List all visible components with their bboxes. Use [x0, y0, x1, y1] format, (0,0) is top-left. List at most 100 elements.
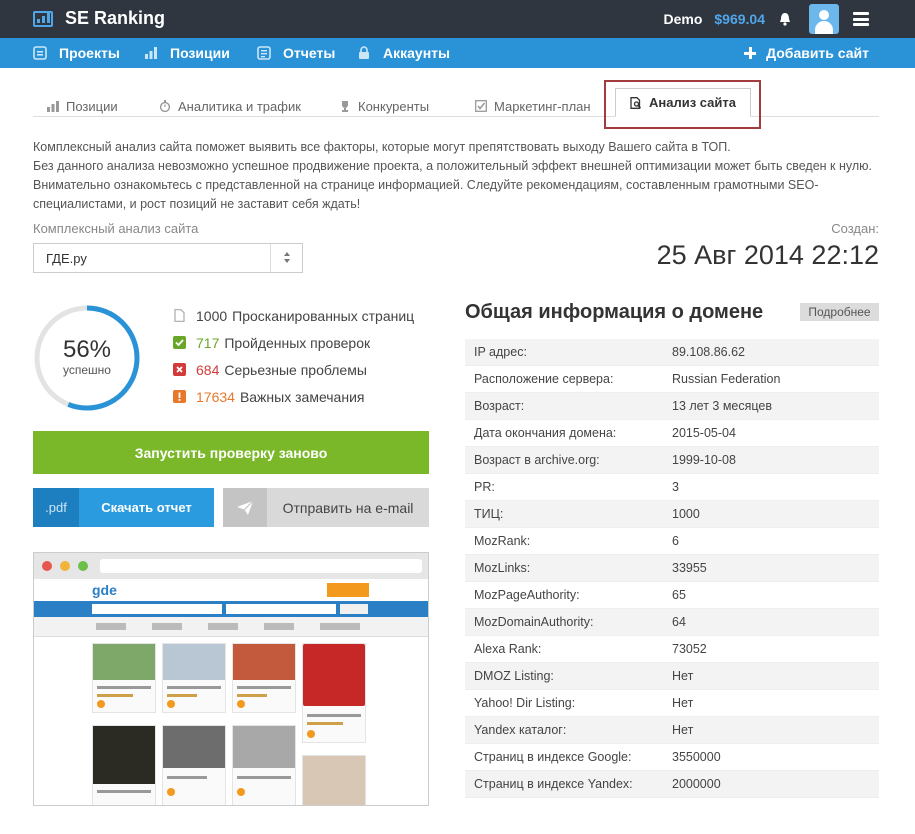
tab-analytics[interactable]: Аналитика и трафик — [159, 95, 301, 117]
nav-item-positions[interactable]: Позиции — [144, 38, 230, 68]
domain-info-value: 33955 — [672, 561, 707, 575]
domain-info-row: MozRank: 6 — [465, 528, 879, 555]
download-report-button[interactable]: .pdf Скачать отчет — [33, 488, 214, 527]
domain-info-key: ТИЦ: — [474, 507, 504, 521]
domain-info-value: 89.108.86.62 — [672, 345, 745, 359]
send-email-button[interactable]: Отправить на e-mail — [223, 488, 429, 527]
domain-info-value: 73052 — [672, 642, 707, 656]
stat-serious-problems[interactable]: 684 Серьезные проблемы — [173, 356, 414, 383]
preview-product-card — [92, 725, 156, 805]
site-select-value: ГДЕ.ру — [46, 251, 87, 266]
select-arrows-icon[interactable] — [270, 244, 302, 272]
paper-plane-icon — [223, 488, 267, 527]
stat-passed-checks[interactable]: 717 Пройденных проверок — [173, 329, 414, 356]
rerun-check-button[interactable]: Запустить проверку заново — [33, 431, 429, 474]
projects-icon — [33, 46, 47, 60]
domain-info-key: Дата окончания домена: — [474, 426, 617, 440]
tab-marketing-plan[interactable]: Маркетинг-план — [475, 95, 591, 117]
positions-icon — [144, 46, 158, 60]
site-select[interactable]: ГДЕ.ру — [33, 243, 303, 273]
domain-info-row: Yahoo! Dir Listing: Нет — [465, 690, 879, 717]
preview-header: gde — [34, 579, 428, 601]
domain-info-title: Общая информация о домене — [465, 301, 764, 323]
preview-product-card — [92, 643, 156, 713]
domain-info-key: Страниц в индексе Yandex: — [474, 777, 633, 791]
domain-info-value: 2000000 — [672, 777, 721, 791]
add-site-button[interactable]: Добавить сайт — [744, 38, 869, 68]
stat-scanned-pages[interactable]: 1000 Просканированных страниц — [173, 302, 414, 329]
nav-label: Отчеты — [283, 45, 336, 61]
add-site-label: Добавить сайт — [766, 45, 869, 61]
created-date: 25 Авг 2014 22:12 — [656, 240, 879, 270]
preview-category — [264, 623, 294, 630]
domain-info-key: Страниц в индексе Google: — [474, 750, 632, 764]
preview-product-card — [232, 643, 296, 713]
created-label: Создан: — [831, 221, 879, 236]
active-tab-highlight — [604, 80, 761, 129]
reports-icon — [257, 46, 271, 60]
nav-item-accounts[interactable]: Аккаунты — [357, 38, 450, 68]
nav-item-reports[interactable]: Отчеты — [257, 38, 335, 68]
user-name[interactable]: Demo — [663, 11, 702, 27]
trophy-icon — [339, 100, 351, 112]
domain-info-row: DMOZ Listing: Нет — [465, 663, 879, 690]
preview-product-card — [302, 643, 366, 743]
maximize-dot-icon — [78, 561, 88, 571]
warning-icon — [173, 390, 186, 403]
send-email-label: Отправить на e-mail — [282, 499, 414, 516]
domain-info-row: MozLinks: 33955 — [465, 555, 879, 582]
site-screenshot-preview: gde — [33, 552, 429, 806]
domain-info-row: Страниц в индексе Yandex: 2000000 — [465, 771, 879, 798]
domain-info-key: MozDomainAuthority: — [474, 615, 594, 629]
nav-label: Проекты — [59, 45, 120, 61]
domain-info-value: 64 — [672, 615, 686, 629]
domain-info-row: Расположение сервера: Russian Federation — [465, 366, 879, 393]
preview-logo: gde — [92, 582, 117, 598]
domain-info-row: MozPageAuthority: 65 — [465, 582, 879, 609]
preview-category — [208, 623, 238, 630]
page-icon — [173, 309, 186, 322]
preview-category-select — [226, 604, 336, 614]
domain-info-key: MozPageAuthority: — [474, 588, 580, 602]
domain-info-row: MozDomainAuthority: 64 — [465, 609, 879, 636]
domain-info-row: Возраст: 13 лет 3 месяцев — [465, 393, 879, 420]
notification-bell-icon[interactable] — [779, 12, 791, 26]
user-avatar-icon[interactable] — [809, 4, 839, 34]
preview-category — [152, 623, 182, 630]
nav-item-projects[interactable]: Проекты — [33, 38, 120, 68]
account-balance[interactable]: $969.04 — [714, 11, 765, 27]
progress-subtitle: успешно — [63, 363, 111, 377]
domain-info-row: Дата окончания домена: 2015-05-04 — [465, 420, 879, 447]
domain-info-row: Alexa Rank: 73052 — [465, 636, 879, 663]
lock-icon — [357, 46, 371, 60]
domain-info-row: PR: 3 — [465, 474, 879, 501]
domain-info-value: 3 — [672, 480, 679, 494]
domain-info-key: PR: — [474, 480, 495, 494]
domain-info-row: ТИЦ: 1000 — [465, 501, 879, 528]
tab-positions[interactable]: Позиции — [47, 95, 118, 117]
preview-category — [320, 623, 360, 630]
domain-info-key: Расположение сервера: — [474, 372, 614, 386]
nav-label: Позиции — [170, 45, 230, 61]
preview-search-input — [92, 604, 222, 614]
tab-competitors[interactable]: Конкуренты — [339, 95, 429, 117]
preview-find-button — [340, 604, 368, 614]
domain-info-value: 13 лет 3 месяцев — [672, 399, 773, 413]
more-details-button[interactable]: Подробнее — [800, 303, 879, 321]
domain-info-table: IP адрес: 89.108.86.62 Расположение сервер… — [465, 339, 879, 798]
top-header: SE Ranking Demo $969.04 — [0, 0, 915, 38]
domain-info-row: Yandex каталог: Нет — [465, 717, 879, 744]
domain-info-key: Alexa Rank: — [474, 642, 542, 656]
stat-important-notes[interactable]: 17634 Важных замечания — [173, 383, 414, 410]
domain-info-key: DMOZ Listing: — [474, 669, 554, 683]
hamburger-menu-icon[interactable] — [853, 12, 869, 26]
bar-chart-icon — [47, 100, 59, 112]
logo-text: SE Ranking — [65, 8, 166, 28]
preview-product-card — [302, 755, 366, 805]
logo[interactable]: SE Ranking — [33, 8, 165, 29]
preview-product-card — [232, 725, 296, 805]
domain-info-key: IP адрес: — [474, 345, 527, 359]
domain-info-value: 65 — [672, 588, 686, 602]
browser-chrome — [34, 553, 428, 579]
preview-orange-button — [327, 583, 369, 597]
